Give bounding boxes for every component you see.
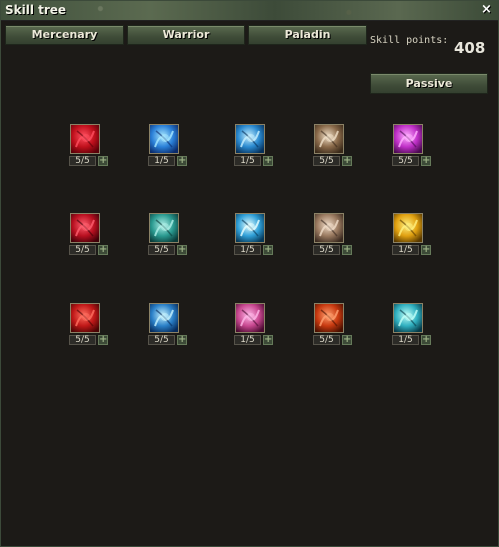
- add-skill-point-button[interactable]: +: [177, 156, 187, 166]
- add-skill-point-button[interactable]: +: [98, 156, 108, 166]
- skill-level: 5/5: [69, 335, 96, 345]
- flame-strike-icon[interactable]: [70, 303, 100, 333]
- blood-claws-icon[interactable]: [70, 213, 100, 243]
- add-skill-point-button[interactable]: +: [342, 245, 352, 255]
- golden-guardian-icon[interactable]: [393, 213, 423, 243]
- window-title: Skill tree: [5, 3, 67, 17]
- skill-slot: 5/5 +: [313, 303, 353, 347]
- crimson-burst-icon[interactable]: [70, 124, 100, 154]
- skill-level: 5/5: [313, 156, 340, 166]
- skill-points-label: Skill points:: [370, 35, 449, 46]
- passive-button[interactable]: Passive: [370, 73, 488, 94]
- ice-shards-icon[interactable]: [235, 124, 265, 154]
- frost-star-icon[interactable]: [235, 213, 265, 243]
- add-skill-point-button[interactable]: +: [421, 245, 431, 255]
- skill-slot: 5/5 +: [392, 124, 432, 168]
- skill-slot: 5/5 +: [69, 124, 109, 168]
- skill-slot: 5/5 +: [148, 213, 188, 257]
- skill-level: 5/5: [148, 335, 175, 345]
- arcane-rune-icon[interactable]: [393, 124, 423, 154]
- skill-level: 5/5: [69, 156, 96, 166]
- skill-level: 1/5: [392, 335, 419, 345]
- skill-slot: 5/5 +: [313, 124, 353, 168]
- add-skill-point-button[interactable]: +: [263, 335, 273, 345]
- skill-level: 1/5: [234, 156, 261, 166]
- blade-strike-icon[interactable]: [314, 124, 344, 154]
- whirlwind-icon[interactable]: [314, 213, 344, 243]
- skill-points-value: 408: [454, 39, 486, 57]
- skill-level: 5/5: [392, 156, 419, 166]
- skill-level: 1/5: [234, 245, 261, 255]
- skill-level: 1/5: [234, 335, 261, 345]
- tab-warrior[interactable]: Warrior: [127, 25, 245, 45]
- skill-level: 1/5: [392, 245, 419, 255]
- add-skill-point-button[interactable]: +: [98, 335, 108, 345]
- water-swirl-icon[interactable]: [149, 124, 179, 154]
- add-skill-point-button[interactable]: +: [263, 156, 273, 166]
- add-skill-point-button[interactable]: +: [177, 335, 187, 345]
- skill-slot: 5/5 +: [148, 303, 188, 347]
- skill-slot: 1/5 +: [392, 213, 432, 257]
- add-skill-point-button[interactable]: +: [177, 245, 187, 255]
- skill-slot: 1/5 +: [392, 303, 432, 347]
- charm-wave-icon[interactable]: [235, 303, 265, 333]
- skill-slot: 1/5 +: [234, 303, 274, 347]
- skill-level: 1/5: [148, 156, 175, 166]
- skill-level: 5/5: [148, 245, 175, 255]
- skill-tree-window: Skill tree × Mercenary Warrior Paladin S…: [0, 0, 499, 547]
- twin-axes-icon[interactable]: [314, 303, 344, 333]
- skill-slot: 5/5 +: [69, 213, 109, 257]
- tab-paladin[interactable]: Paladin: [248, 25, 367, 45]
- tab-mercenary[interactable]: Mercenary: [5, 25, 124, 45]
- skill-level: 5/5: [313, 245, 340, 255]
- skill-slot: 5/5 +: [69, 303, 109, 347]
- spirit-figure-icon[interactable]: [393, 303, 423, 333]
- serpent-coil-icon[interactable]: [149, 213, 179, 243]
- skill-slot: 5/5 +: [313, 213, 353, 257]
- add-skill-point-button[interactable]: +: [342, 156, 352, 166]
- add-skill-point-button[interactable]: +: [421, 335, 431, 345]
- add-skill-point-button[interactable]: +: [421, 156, 431, 166]
- skill-slot: 1/5 +: [234, 124, 274, 168]
- skill-level: 5/5: [69, 245, 96, 255]
- title-bar[interactable]: Skill tree ×: [1, 1, 498, 21]
- crossed-lances-icon[interactable]: [149, 303, 179, 333]
- close-icon[interactable]: ×: [479, 2, 494, 18]
- add-skill-point-button[interactable]: +: [263, 245, 273, 255]
- add-skill-point-button[interactable]: +: [342, 335, 352, 345]
- add-skill-point-button[interactable]: +: [98, 245, 108, 255]
- skill-slot: 1/5 +: [148, 124, 188, 168]
- skill-level: 5/5: [313, 335, 340, 345]
- skill-slot: 1/5 +: [234, 213, 274, 257]
